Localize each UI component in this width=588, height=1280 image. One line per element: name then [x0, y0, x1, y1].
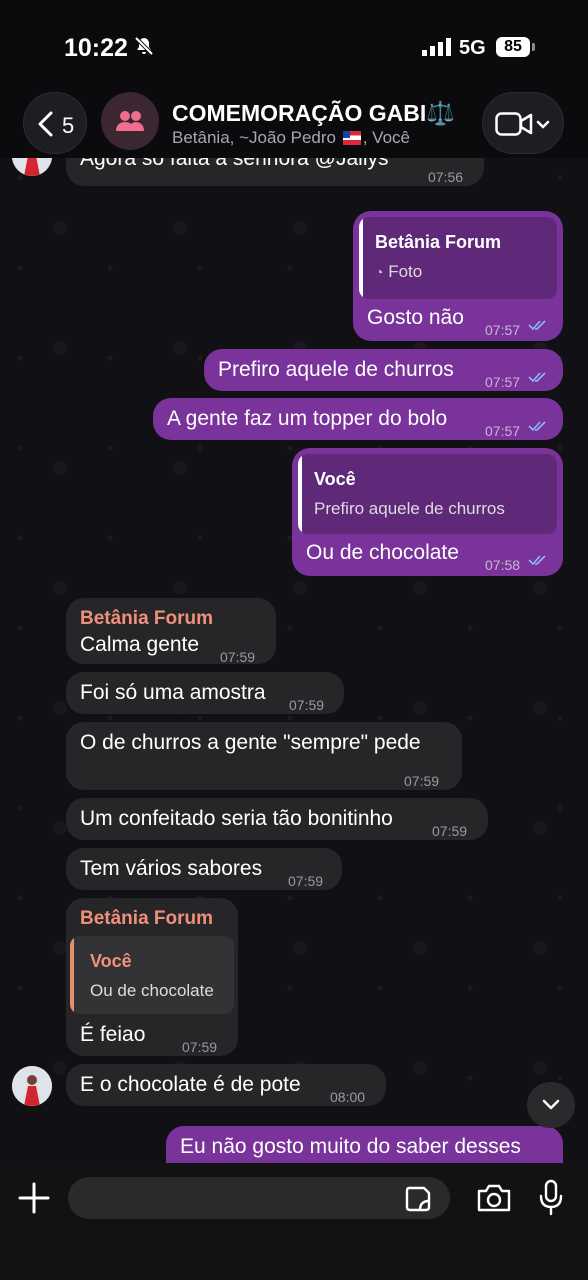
message-time: 07:58 [485, 557, 521, 573]
message-bubble[interactable]: Foi só uma amostra 07:59 [66, 672, 344, 714]
message-text: Eu não gosto muito do saber desses [180, 1135, 521, 1158]
message-time: 07:59 [404, 773, 440, 789]
message-text: Foi só uma amostra [80, 681, 266, 704]
video-call-button[interactable] [482, 92, 564, 154]
network-type: 5G [459, 37, 486, 59]
read-checkmarks-icon [528, 555, 546, 566]
group-avatar[interactable] [101, 92, 159, 150]
message-text: Agora só falta a senhora @Jailys [80, 158, 389, 170]
message-text: Calma gente [80, 633, 200, 656]
quote-text: Ou de chocolate [90, 981, 214, 1000]
message-time: 07:59 [432, 823, 468, 839]
message-bubble[interactable]: A gente faz um topper do bolo 07:57 [153, 398, 563, 440]
quote-sender: Você [314, 469, 356, 489]
quote-text: ◔ Foto [375, 262, 423, 281]
message-bubble[interactable]: Betânia Forum Calma gente 07:59 [66, 598, 276, 665]
scroll-to-bottom-button[interactable] [527, 1082, 575, 1128]
message-input[interactable] [68, 1177, 450, 1219]
message-bubble[interactable]: E o chocolate é de pote 08:00 [66, 1064, 386, 1106]
battery-level: 85 [496, 37, 530, 57]
read-checkmarks-icon [528, 320, 546, 331]
quote-sender: Betânia Forum [375, 232, 502, 252]
message-time: 07:59 [182, 1039, 218, 1055]
quote-bar [298, 454, 302, 534]
message-bubble[interactable]: Agora só falta a senhora @Jailys 07:56 [66, 158, 484, 186]
quote-text: Prefiro aquele de churros [314, 499, 505, 518]
message-bubble[interactable]: Você Prefiro aquele de churros Ou de cho… [292, 448, 563, 576]
message-text: E o chocolate é de pote [80, 1073, 301, 1096]
camera-icon[interactable] [476, 1183, 512, 1213]
message-time: 08:00 [330, 1089, 366, 1105]
sender-name[interactable]: Betânia Forum [80, 606, 213, 632]
message-bubble[interactable]: O de churros a gente "sempre" pede 07:59 [66, 722, 462, 790]
status-bar: 10:22 5G 85 [0, 0, 588, 90]
group-icon [116, 111, 144, 131]
chat-messages[interactable]: Agora só falta a senhora @Jailys 07:56 B… [0, 158, 588, 1163]
message-time: 07:59 [288, 873, 324, 889]
message-time: 07:59 [289, 697, 325, 713]
reply-quote[interactable]: Você Ou de chocolate [70, 936, 234, 1014]
message-text: Um confeitado seria tão bonitinho [80, 807, 393, 830]
back-button[interactable]: 5 [23, 92, 87, 154]
message-bubble[interactable]: Betânia Forum ◔ Foto Gosto não 07:57 [353, 211, 563, 341]
reply-quote[interactable]: Você Prefiro aquele de churros [298, 454, 557, 534]
message-bubble[interactable]: Um confeitado seria tão bonitinho 07:59 [66, 798, 488, 840]
message-time: 07:57 [485, 374, 521, 390]
message-time: 07:57 [485, 322, 521, 338]
message-time: 07:56 [428, 169, 464, 185]
message-text: O de churros a gente "sempre" pede [80, 731, 421, 754]
plus-icon[interactable] [16, 1180, 52, 1216]
sticker-icon[interactable] [404, 1185, 432, 1213]
signal-icon [422, 38, 452, 61]
subtitle-you: , Você [362, 128, 410, 147]
message-text: É feiao [80, 1023, 146, 1046]
paraguay-flag-icon [342, 131, 361, 145]
avatar[interactable] [12, 158, 52, 176]
message-text: Gosto não [367, 306, 464, 329]
bell-muted-icon [134, 36, 154, 61]
chat-header: 5 COMEMORAÇÃO GABI⚖️ Betânia, ~João Pedr… [0, 90, 588, 158]
sender-name[interactable]: Betânia Forum [80, 906, 213, 932]
status-time: 10:22 [64, 34, 128, 62]
chevron-left-icon [38, 111, 53, 137]
message-time: 07:57 [485, 423, 521, 439]
unread-count: 5 [62, 113, 75, 138]
message-bubble[interactable]: Eu não gosto muito do saber desses [166, 1126, 563, 1163]
message-text: Tem vários sabores [80, 857, 263, 880]
chevron-down-icon [542, 1099, 560, 1110]
message-composer [0, 1163, 588, 1280]
message-bubble[interactable]: Betânia Forum Você Ou de chocolate É fei… [66, 898, 238, 1056]
avatar[interactable] [12, 1066, 52, 1106]
chat-title[interactable]: COMEMORAÇÃO GABI⚖️ [172, 100, 455, 127]
video-camera-icon [495, 112, 550, 136]
read-checkmarks-icon [528, 421, 546, 432]
battery-icon [532, 43, 535, 51]
message-text: A gente faz um topper do bolo [167, 407, 448, 430]
reply-quote[interactable]: Betânia Forum ◔ Foto [359, 217, 557, 299]
subtitle-members: Betânia, ~João Pedro [172, 128, 336, 147]
message-text: Ou de chocolate [306, 541, 459, 564]
quote-bar [359, 217, 363, 299]
photo-icon: ◔ [375, 264, 384, 280]
message-text: Prefiro aquele de churros [218, 358, 454, 381]
quote-bar [70, 936, 74, 1014]
message-bubble[interactable]: Tem vários sabores 07:59 [66, 848, 342, 890]
message-bubble[interactable]: Prefiro aquele de churros 07:57 [204, 349, 563, 391]
quote-sender: Você [90, 951, 132, 971]
microphone-icon[interactable] [538, 1179, 564, 1217]
message-time: 07:59 [220, 649, 256, 665]
read-checkmarks-icon [528, 372, 546, 383]
chat-subtitle[interactable]: Betânia, ~João Pedro , Você [172, 128, 410, 148]
